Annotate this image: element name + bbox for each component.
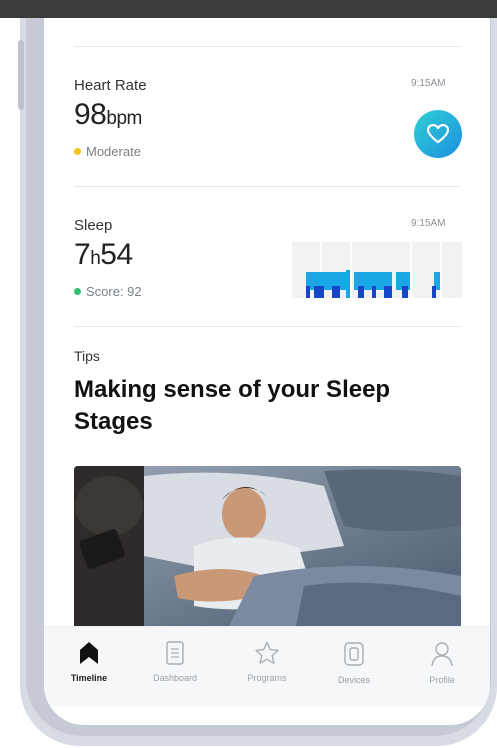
heart-rate-time: 9:15AM bbox=[411, 78, 446, 89]
tab-dashboard[interactable]: Dashboard bbox=[135, 641, 215, 701]
app-screen: Heart Rate 9:15AM 98bpm Moderate Sleep 9… bbox=[44, 0, 490, 725]
divider bbox=[74, 46, 461, 47]
timeline-icon bbox=[80, 642, 98, 664]
heart-icon[interactable] bbox=[414, 110, 462, 158]
moderate-dot bbox=[74, 148, 81, 155]
sleep-hours: 7 bbox=[74, 238, 91, 271]
heart-rate-status-text: Moderate bbox=[86, 144, 141, 159]
sleeping-man-photo[interactable] bbox=[74, 466, 461, 636]
tab-timeline[interactable]: Timeline bbox=[49, 641, 129, 701]
tab-devices[interactable]: Devices bbox=[314, 641, 394, 701]
sleep-stages-chart bbox=[292, 242, 462, 298]
tips-title[interactable]: Making sense of your Sleep Stages bbox=[74, 374, 454, 438]
tab-label: Profile bbox=[429, 675, 455, 685]
sleep-label: Sleep bbox=[74, 217, 113, 234]
sleep-duration: 7h54 bbox=[74, 238, 133, 272]
top-bar bbox=[0, 0, 497, 18]
sleep-score: Score: 92 bbox=[74, 284, 142, 299]
tips-label: Tips bbox=[74, 348, 100, 364]
phone-side-button bbox=[18, 40, 24, 110]
dashboard-icon bbox=[166, 641, 184, 665]
sleep-score-text: Score: 92 bbox=[86, 284, 142, 299]
tab-programs[interactable]: Programs bbox=[227, 641, 307, 701]
bottom-tab-bar: Timeline Dashboard Programs Devices Prof… bbox=[44, 626, 490, 706]
star-icon bbox=[255, 641, 279, 664]
divider bbox=[74, 186, 461, 187]
tab-profile[interactable]: Profile bbox=[402, 641, 482, 701]
profile-icon bbox=[431, 642, 453, 667]
heart-rate-unit: bpm bbox=[106, 108, 142, 129]
sleep-hours-unit: h bbox=[90, 248, 101, 269]
heart-rate-value: 98bpm bbox=[74, 98, 142, 132]
score-dot bbox=[74, 288, 81, 295]
heart-rate-number: 98 bbox=[74, 98, 107, 131]
heart-rate-label: Heart Rate bbox=[74, 77, 147, 94]
divider bbox=[74, 326, 461, 327]
tab-label: Dashboard bbox=[152, 673, 198, 683]
tab-label: Timeline bbox=[70, 673, 108, 683]
sleep-minutes: 54 bbox=[100, 238, 133, 271]
heart-rate-status: Moderate bbox=[74, 144, 141, 159]
tab-label: Programs bbox=[247, 673, 287, 683]
sleep-time: 9:15AM bbox=[411, 218, 446, 229]
watch-icon bbox=[344, 642, 364, 666]
tab-label: Devices bbox=[337, 675, 370, 685]
